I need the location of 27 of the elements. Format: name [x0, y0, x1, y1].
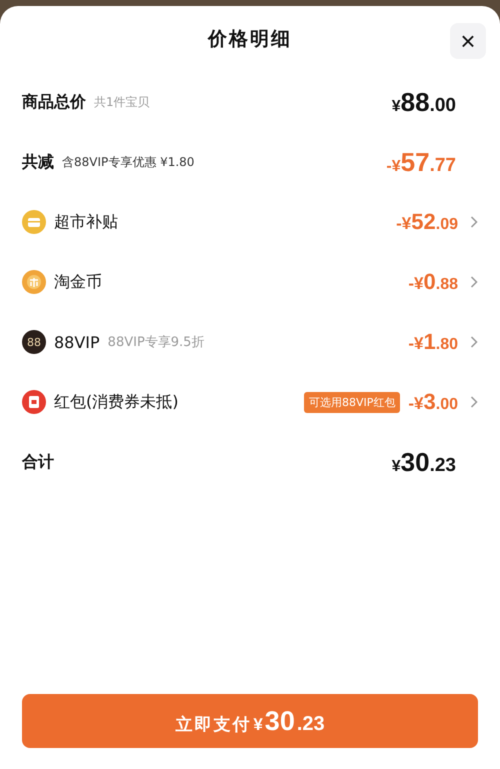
coin-icon [22, 270, 46, 294]
discount-amount: -¥52.09 [396, 209, 458, 235]
price-amount: ¥88.00 [392, 86, 456, 118]
row-note: 共1件宝贝 [94, 94, 150, 110]
chevron-right-icon[interactable] [470, 216, 478, 228]
chevron-right-icon[interactable] [470, 396, 478, 408]
chevron-right-icon[interactable] [470, 276, 478, 288]
row-label: 商品总价 [22, 92, 86, 112]
close-button[interactable]: × [450, 23, 486, 59]
price-amount: ¥30.23 [392, 446, 456, 478]
discount-amount: -¥0.88 [408, 269, 458, 295]
row-label: 共减 [22, 152, 54, 172]
row-label: 88VIP [54, 332, 100, 352]
envelope-icon [22, 390, 46, 414]
row-note: 88VIP专享9.5折 [108, 334, 204, 351]
row-label: 合计 [22, 452, 54, 472]
row-label: 超市补贴 [54, 212, 118, 232]
row-label: 淘金币 [54, 272, 102, 292]
row-note: 含88VIP专享优惠 ¥1.80 [62, 154, 194, 170]
vip-badge-icon: 88 [22, 330, 46, 354]
sheet-title: 价格明细 [208, 27, 292, 52]
coupon-tag: 可选用88VIP红包 [304, 392, 400, 412]
row-label: 红包(消费券未抵) [54, 392, 178, 412]
discount-amount: -¥57.77 [386, 146, 456, 178]
discount-amount: -¥1.80 [408, 329, 458, 355]
discount-amount: -¥3.00 [408, 389, 458, 415]
chevron-right-icon[interactable] [470, 336, 478, 348]
